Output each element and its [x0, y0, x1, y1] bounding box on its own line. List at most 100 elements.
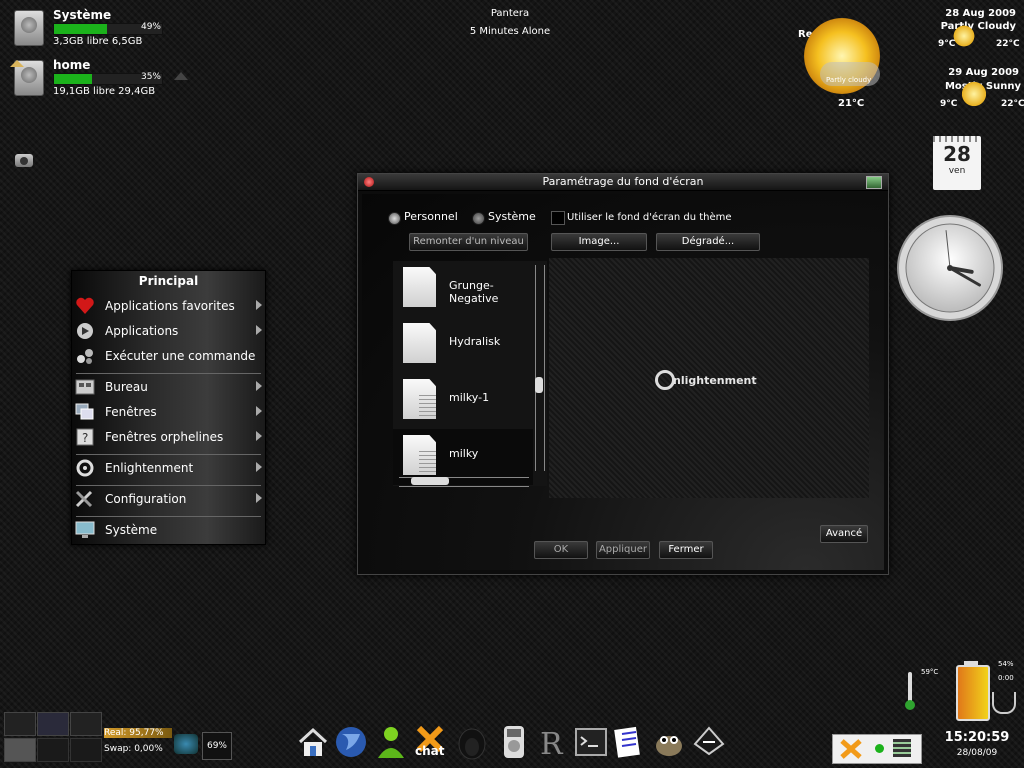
menu-item-configuration[interactable]: Configuration: [72, 487, 265, 511]
power-plug-icon: [992, 692, 1016, 714]
radio-personal[interactable]: [388, 212, 401, 225]
status-led-icon[interactable]: [875, 744, 884, 753]
tray-clock[interactable]: 15:20:59 28/08/09: [934, 728, 1020, 764]
system-tray: [832, 734, 922, 764]
chat-icon[interactable]: chat: [413, 724, 447, 760]
menu-item-favorites[interactable]: Applications favorites: [72, 294, 265, 318]
memory-monitor[interactable]: Real: 95,77% Swap: 0,00%: [104, 728, 172, 764]
run-command-icon: [75, 347, 95, 365]
submenu-arrow-icon: [256, 300, 262, 310]
dialog-titlebar[interactable]: Paramétrage du fond d'écran: [358, 174, 888, 191]
menu-item-orphan-windows[interactable]: ? Fenêtres orphelines: [72, 425, 265, 449]
menu-item-system[interactable]: Système: [72, 518, 265, 542]
drive-free: 3,3GB libre 6,5GB: [53, 36, 143, 47]
forecast-low: 9°C: [938, 39, 956, 49]
pager-desk[interactable]: [37, 712, 69, 736]
wallpaper-preview: nlightenment: [549, 258, 869, 498]
desktop-icon: [75, 378, 95, 396]
gimp-icon[interactable]: [652, 724, 686, 760]
submenu-arrow-icon: [256, 325, 262, 335]
horizontal-scrollbar[interactable]: [399, 477, 529, 487]
submenu-arrow-icon: [256, 493, 262, 503]
cpu-monitor[interactable]: 69%: [202, 732, 232, 760]
penguin-icon[interactable]: [455, 724, 489, 760]
calendar-weekday: ven: [948, 166, 966, 176]
tray-x-icon[interactable]: [839, 738, 863, 760]
menu-item-label: Bureau: [105, 380, 148, 394]
home-icon[interactable]: [296, 724, 330, 760]
calendar-widget[interactable]: 28 ven: [933, 136, 981, 190]
network-tray-icon[interactable]: [893, 739, 911, 757]
media-player-icon[interactable]: [497, 724, 531, 760]
menu-title: Principal: [138, 274, 199, 288]
file-thumbnail: [403, 379, 436, 419]
pager-desk[interactable]: [37, 738, 69, 762]
radio-system-label: Système: [488, 210, 536, 223]
file-item[interactable]: Hydralisk: [393, 317, 533, 373]
menu-item-applications[interactable]: Applications: [72, 319, 265, 343]
cpu-percent: 69%: [206, 741, 227, 751]
submenu-arrow-icon: [256, 381, 262, 391]
menu-item-desktop[interactable]: Bureau: [72, 375, 265, 399]
pager-desk[interactable]: [4, 738, 36, 762]
now-playing-artist: Pantera: [490, 8, 530, 19]
desktop-pager[interactable]: [4, 712, 102, 764]
analog-clock[interactable]: [896, 214, 1004, 322]
menu-item-windows[interactable]: Fenêtres: [72, 400, 265, 424]
radio-personal-label: Personnel: [404, 210, 458, 223]
pager-desk[interactable]: [70, 712, 102, 736]
gradient-button[interactable]: Dégradé...: [656, 233, 760, 251]
terminal-icon[interactable]: [574, 724, 608, 760]
advanced-button[interactable]: Avancé: [820, 525, 868, 543]
drive-systeme[interactable]: Système 49% 3,3GB libre 6,5GB: [12, 8, 192, 52]
wallpaper-file-list[interactable]: Grunge-Negative Hydralisk milky-1 milky: [393, 261, 547, 487]
close-window-icon[interactable]: [364, 177, 374, 187]
battery-cap: [964, 661, 978, 665]
theme-wallpaper-checkbox[interactable]: [551, 211, 565, 225]
partly-cloudy-icon: [952, 24, 976, 48]
tray-time: 15:20:59: [944, 730, 1010, 745]
forecast-high: 22°C: [996, 39, 1020, 49]
camera-icon[interactable]: [15, 154, 33, 167]
weather-condition: Partly cloudy: [826, 76, 872, 84]
drive-home[interactable]: home 35% 19,1GB libre 29,4GB: [10, 58, 192, 102]
menu-item-label: Configuration: [105, 492, 187, 506]
memory-swap: Swap: 0,00%: [104, 744, 163, 754]
enlightenment-logo-icon: [655, 370, 675, 390]
globe-icon[interactable]: [334, 724, 368, 760]
file-name: milky-1: [449, 391, 490, 404]
vertical-scroll-thumb[interactable]: [535, 377, 543, 393]
pager-desk[interactable]: [70, 738, 102, 762]
apply-button[interactable]: Appliquer: [596, 541, 650, 559]
vertical-scrollbar[interactable]: [535, 265, 545, 471]
close-button[interactable]: Fermer: [659, 541, 713, 559]
menu-separator: [76, 516, 261, 517]
image-button[interactable]: Image...: [551, 233, 647, 251]
svg-text:?: ?: [82, 431, 88, 445]
orphan-windows-icon: ?: [75, 428, 95, 446]
menu-item-label: Applications favorites: [105, 299, 235, 313]
battery-widget[interactable]: 54% 0:00: [954, 660, 1020, 721]
menu-item-enlightenment[interactable]: Enlightenment: [72, 456, 265, 480]
up-level-button[interactable]: Remonter d'un niveau: [409, 233, 528, 251]
thermometer-widget[interactable]: 59°C: [905, 668, 945, 712]
menu-item-run-command[interactable]: Exécuter une commande: [72, 344, 265, 368]
text-editor-icon[interactable]: [612, 724, 646, 760]
window-menu-icon[interactable]: [866, 176, 882, 189]
radio-system[interactable]: [472, 212, 485, 225]
network-icon[interactable]: [174, 734, 198, 754]
forecast-date: 29 Aug 2009: [948, 67, 1019, 78]
weather-widget[interactable]: Rennes Partly cloudy 21°C 28 Aug 2009 Pa…: [790, 8, 1024, 110]
r-logo-icon[interactable]: R: [534, 724, 568, 762]
eject-icon[interactable]: [174, 72, 188, 80]
file-thumbnail: [403, 435, 436, 475]
file-item[interactable]: milky-1: [393, 373, 533, 429]
battery-percent: 54%: [998, 660, 1014, 668]
inkscape-icon[interactable]: [692, 724, 726, 760]
messenger-icon[interactable]: [374, 724, 408, 760]
file-item[interactable]: Grunge-Negative: [393, 261, 533, 317]
ok-button[interactable]: OK: [534, 541, 588, 559]
heart-icon: [75, 297, 95, 315]
horizontal-scroll-thumb[interactable]: [411, 477, 449, 485]
pager-desk[interactable]: [4, 712, 36, 736]
